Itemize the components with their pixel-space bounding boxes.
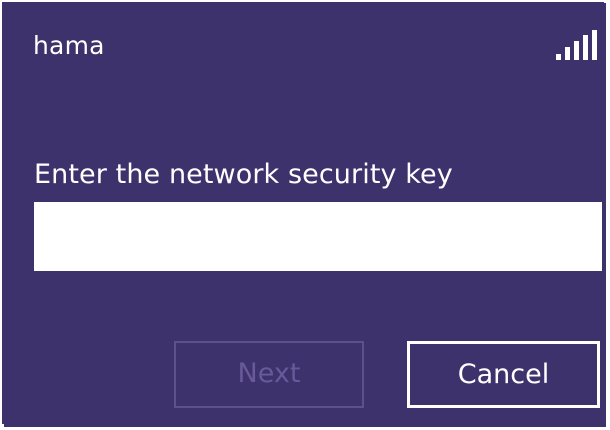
security-key-label: Enter the network security key [34, 159, 453, 190]
network-name: hama [33, 31, 105, 60]
security-key-input[interactable] [34, 202, 602, 271]
signal-bar-4 [583, 35, 588, 60]
signal-bar-1 [556, 54, 561, 60]
signal-strength-icon [556, 30, 597, 60]
network-security-dialog: hama Enter the network security key Next… [4, 3, 606, 427]
signal-bar-5 [592, 30, 597, 60]
signal-bar-2 [565, 47, 570, 60]
signal-bar-3 [574, 41, 579, 60]
cancel-button[interactable]: Cancel [407, 341, 600, 408]
next-button[interactable]: Next [174, 341, 364, 408]
